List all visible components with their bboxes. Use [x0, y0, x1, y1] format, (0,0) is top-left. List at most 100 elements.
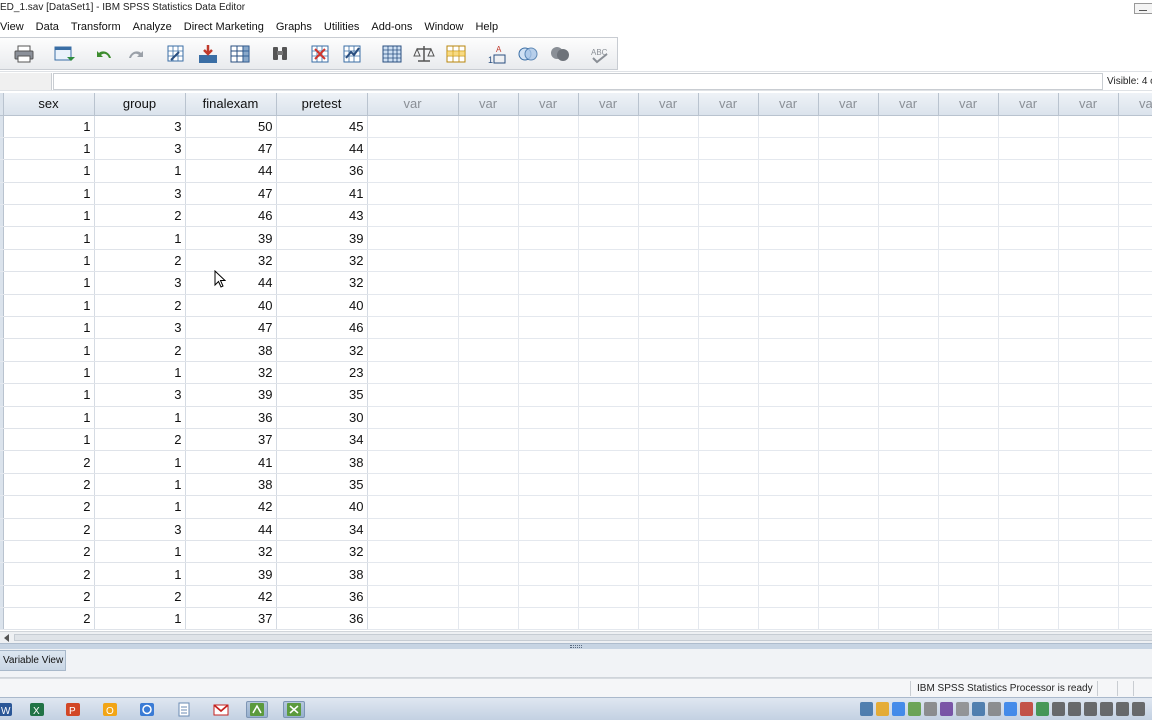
scrollbar-thumb[interactable]	[14, 634, 1152, 641]
tray-icon-12[interactable]	[1036, 702, 1049, 716]
tray-icon-3[interactable]	[892, 702, 905, 716]
cell-finalexam[interactable]: 44	[185, 518, 277, 541]
spss-icon[interactable]	[246, 701, 268, 718]
empty-cell[interactable]	[938, 450, 999, 474]
menu-add-ons[interactable]: Add-ons	[365, 17, 418, 37]
empty-cell[interactable]	[1118, 540, 1152, 564]
cell-sex[interactable]: 2	[3, 518, 95, 541]
empty-cell[interactable]	[458, 182, 519, 206]
cell-group[interactable]: 1	[94, 495, 186, 519]
menu-data[interactable]: Data	[30, 17, 65, 37]
empty-cell[interactable]	[1118, 182, 1152, 206]
empty-cell[interactable]	[578, 406, 639, 429]
cell-sex[interactable]: 2	[3, 607, 95, 631]
column-header-var[interactable]: var	[638, 93, 699, 116]
word-icon[interactable]: W	[0, 701, 16, 718]
empty-cell[interactable]	[458, 316, 519, 340]
tray-icon-4[interactable]	[908, 702, 921, 716]
empty-cell[interactable]	[367, 518, 459, 541]
cell-group[interactable]: 2	[94, 294, 186, 318]
cell-sex[interactable]: 1	[3, 115, 95, 138]
empty-cell[interactable]	[818, 383, 879, 407]
empty-cell[interactable]	[878, 338, 939, 362]
empty-cell[interactable]	[818, 473, 879, 497]
menu-view[interactable]: View	[0, 17, 30, 37]
empty-cell[interactable]	[698, 271, 759, 295]
insert-cases-icon[interactable]	[308, 43, 332, 65]
cell-pretest[interactable]: 38	[276, 562, 368, 586]
empty-cell[interactable]	[518, 428, 579, 452]
empty-cell[interactable]	[938, 271, 999, 295]
empty-cell[interactable]	[518, 518, 579, 541]
empty-cell[interactable]	[698, 383, 759, 407]
empty-cell[interactable]	[578, 182, 639, 206]
empty-cell[interactable]	[938, 226, 999, 250]
empty-cell[interactable]	[638, 137, 699, 161]
goto-variable-icon[interactable]	[196, 43, 220, 65]
cell-group[interactable]: 2	[94, 585, 186, 609]
cell-finalexam[interactable]: 40	[185, 294, 277, 318]
empty-cell[interactable]	[458, 518, 519, 541]
cell-pretest[interactable]: 30	[276, 406, 368, 429]
empty-cell[interactable]	[1118, 338, 1152, 362]
cell-finalexam[interactable]: 38	[185, 473, 277, 497]
empty-cell[interactable]	[578, 204, 639, 228]
empty-cell[interactable]	[878, 585, 939, 609]
empty-cell[interactable]	[698, 226, 759, 250]
empty-cell[interactable]	[578, 249, 639, 273]
empty-cell[interactable]	[698, 495, 759, 519]
menu-utilities[interactable]: Utilities	[318, 17, 365, 37]
empty-cell[interactable]	[458, 428, 519, 452]
empty-cell[interactable]	[1118, 137, 1152, 161]
empty-cell[interactable]	[367, 271, 459, 295]
empty-cell[interactable]	[1118, 473, 1152, 497]
empty-cell[interactable]	[878, 271, 939, 295]
cell-value-input[interactable]	[53, 73, 1103, 90]
menu-graphs[interactable]: Graphs	[270, 17, 318, 37]
gmail-icon[interactable]	[210, 701, 232, 718]
empty-cell[interactable]	[998, 182, 1059, 206]
tray-icon-10[interactable]	[1004, 702, 1017, 716]
cell-sex[interactable]: 1	[3, 249, 95, 273]
empty-cell[interactable]	[578, 450, 639, 474]
empty-cell[interactable]	[998, 271, 1059, 295]
empty-cell[interactable]	[458, 226, 519, 250]
empty-cell[interactable]	[818, 585, 879, 609]
cell-group[interactable]: 1	[94, 159, 186, 183]
empty-cell[interactable]	[458, 361, 519, 385]
empty-cell[interactable]	[638, 495, 699, 519]
spell-check-icon[interactable]: ABC	[588, 43, 612, 65]
tray-icon-13[interactable]	[1052, 702, 1065, 716]
cell-sex[interactable]: 2	[3, 540, 95, 564]
empty-cell[interactable]	[578, 271, 639, 295]
menu-analyze[interactable]: Analyze	[127, 17, 178, 37]
empty-cell[interactable]	[698, 540, 759, 564]
empty-cell[interactable]	[938, 473, 999, 497]
empty-cell[interactable]	[818, 361, 879, 385]
cell-group[interactable]: 2	[94, 338, 186, 362]
empty-cell[interactable]	[878, 137, 939, 161]
empty-cell[interactable]	[367, 428, 459, 452]
empty-cell[interactable]	[938, 540, 999, 564]
empty-cell[interactable]	[998, 495, 1059, 519]
empty-cell[interactable]	[758, 495, 819, 519]
empty-cell[interactable]	[578, 607, 639, 631]
empty-cell[interactable]	[367, 607, 459, 631]
cell-sex[interactable]: 1	[3, 137, 95, 161]
empty-cell[interactable]	[938, 249, 999, 273]
empty-cell[interactable]	[758, 226, 819, 250]
cell-sex[interactable]: 2	[3, 473, 95, 497]
empty-cell[interactable]	[518, 316, 579, 340]
insert-variable-icon[interactable]	[340, 43, 364, 65]
column-header-var[interactable]: var	[458, 93, 519, 116]
empty-cell[interactable]	[998, 518, 1059, 541]
cell-group[interactable]: 3	[94, 271, 186, 295]
cell-group[interactable]: 2	[94, 204, 186, 228]
empty-cell[interactable]	[518, 473, 579, 497]
empty-cell[interactable]	[1118, 294, 1152, 318]
cell-sex[interactable]: 1	[3, 361, 95, 385]
empty-cell[interactable]	[1058, 361, 1119, 385]
cell-sex[interactable]: 2	[3, 450, 95, 474]
tray-icon-9[interactable]	[988, 702, 1001, 716]
empty-cell[interactable]	[1118, 271, 1152, 295]
